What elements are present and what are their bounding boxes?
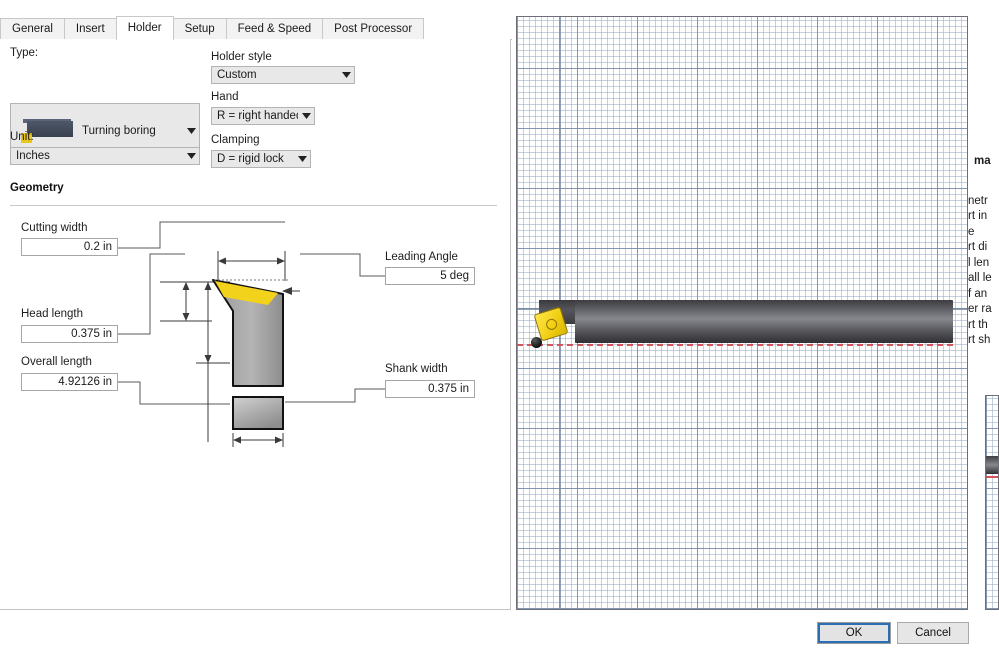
background-text-line: rt sh — [968, 334, 991, 346]
hand-value: R = right handed — [217, 110, 298, 122]
geometry-divider — [10, 205, 497, 206]
background-text-line: rt in — [968, 210, 988, 222]
background-text-line: netr — [968, 194, 988, 207]
tab-holder[interactable]: Holder — [115, 16, 174, 40]
ok-button[interactable]: OK — [817, 622, 891, 644]
unit-dropdown[interactable]: Inches — [10, 147, 200, 165]
background-property-list: ma netr rt in e rt di l len all le f an … — [968, 150, 999, 365]
cutting-width-label: Cutting width — [21, 222, 88, 234]
head-length-input[interactable]: 0.375 in — [21, 325, 118, 343]
background-text-line: l len — [968, 256, 990, 269]
insert-hole — [544, 317, 559, 332]
background-text-line: er ra — [968, 303, 992, 315]
tab-setup[interactable]: Setup — [172, 18, 227, 40]
chevron-down-icon — [298, 113, 314, 119]
type-label: Type: — [10, 47, 39, 59]
tab-feed-and-speed[interactable]: Feed & Speed — [225, 18, 324, 40]
chevron-down-icon — [183, 127, 199, 134]
clamping-dropdown[interactable]: D = rigid lock — [211, 150, 311, 168]
tool-tip-point — [531, 337, 542, 348]
chevron-down-icon — [183, 153, 199, 159]
unit-value: Inches — [16, 150, 50, 162]
shank-width-label: Shank width — [385, 363, 448, 375]
background-text-line: ma — [974, 155, 991, 167]
holder-style-value: Custom — [217, 69, 257, 81]
overall-length-label: Overall length — [21, 356, 92, 368]
geometry-section-title: Geometry — [10, 182, 64, 194]
hand-label: Hand — [211, 91, 239, 103]
hand-dropdown[interactable]: R = right handed — [211, 107, 315, 125]
tab-insert[interactable]: Insert — [63, 18, 117, 40]
clamping-label: Clamping — [211, 134, 260, 146]
cancel-button[interactable]: Cancel — [897, 622, 969, 644]
background-text-line: e — [968, 225, 975, 238]
chevron-down-icon — [294, 156, 310, 162]
cutting-width-input[interactable]: 0.2 in — [21, 238, 118, 256]
tool-centerline — [517, 344, 953, 346]
tool-shank — [575, 300, 953, 343]
holder-style-label: Holder style — [211, 51, 272, 63]
clamping-value: D = rigid lock — [217, 153, 284, 165]
secondary-viewport[interactable] — [985, 395, 999, 610]
tab-post-processor[interactable]: Post Processor — [322, 18, 425, 40]
tool-preview-viewport[interactable] — [516, 16, 968, 610]
type-value: Turning boring — [82, 124, 156, 137]
overall-length-input[interactable]: 4.92126 in — [21, 373, 118, 391]
head-length-label: Head length — [21, 308, 84, 320]
background-text-line: rt di — [968, 241, 988, 253]
background-text-line: f an — [968, 287, 988, 300]
leading-angle-input[interactable]: 5 deg — [385, 267, 475, 285]
background-text-line: rt th — [968, 318, 988, 331]
unit-label: Unit: — [10, 131, 34, 143]
tool-holder-dialog: General Insert Holder Setup Feed & Speed… — [0, 0, 999, 651]
leading-angle-label: Leading Angle — [385, 251, 458, 263]
background-text-line: all le — [968, 272, 992, 284]
holder-settings-panel: Type: Turning boring Unit: Inches Holder… — [0, 39, 511, 610]
chevron-down-icon — [338, 72, 354, 78]
holder-style-dropdown[interactable]: Custom — [211, 66, 355, 84]
tab-general[interactable]: General — [0, 18, 65, 40]
tab-bar: General Insert Holder Setup Feed & Speed… — [0, 16, 512, 40]
shank-width-input[interactable]: 0.375 in — [385, 380, 475, 398]
